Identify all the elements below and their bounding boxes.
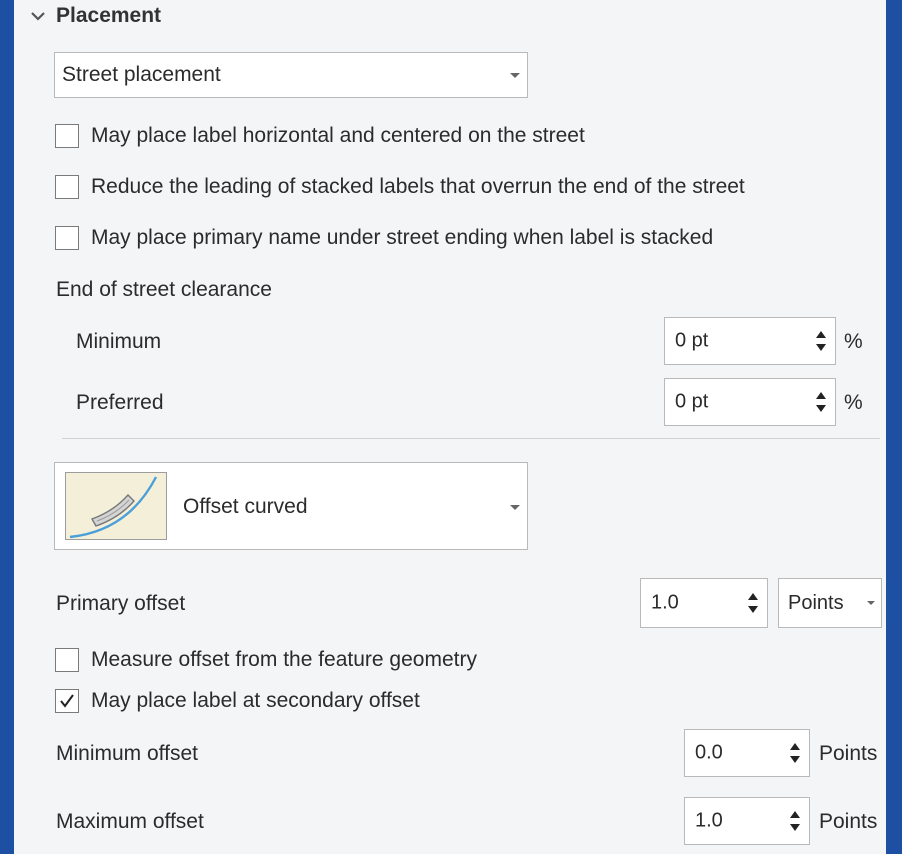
clearance-preferred-unit: % <box>844 391 863 414</box>
checkbox-horizontal-centered[interactable]: May place label horizontal and centered … <box>55 124 585 148</box>
spinner-value: 1.0 <box>695 809 723 832</box>
unit-value: Points <box>788 591 844 614</box>
max-offset-spinner[interactable]: 1.0 <box>684 797 810 845</box>
spinner-value: 0 pt <box>675 329 709 352</box>
spinner-value: 1.0 <box>651 591 679 614</box>
spinner-value: 0.0 <box>695 741 723 764</box>
spinner-arrows-icon[interactable] <box>789 740 801 766</box>
dropdown-arrow-icon <box>867 601 875 605</box>
min-offset-label: Minimum offset <box>56 742 198 765</box>
max-offset-label: Maximum offset <box>56 810 204 833</box>
section-title: Placement <box>56 4 162 27</box>
checkbox-box[interactable] <box>55 689 79 713</box>
checkbox-box[interactable] <box>55 226 79 250</box>
primary-offset-label: Primary offset <box>56 592 186 615</box>
checkbox-box[interactable] <box>55 124 79 148</box>
clearance-minimum-label: Minimum <box>76 330 162 353</box>
checkbox-box[interactable] <box>55 175 79 199</box>
checkbox-primary-name-under[interactable]: May place primary name under street endi… <box>55 226 713 250</box>
offset-style-value: Offset curved <box>183 495 308 518</box>
clearance-preferred-spinner[interactable]: 0 pt <box>664 378 836 426</box>
offset-style-dropdown[interactable]: Offset curved <box>54 462 528 550</box>
checkbox-label: Measure offset from the feature geometry <box>91 648 477 671</box>
spinner-arrows-icon[interactable] <box>815 328 827 354</box>
window-frame <box>886 0 902 854</box>
placement-panel: Placement Street placement May place lab… <box>14 0 886 854</box>
spinner-value: 0 pt <box>675 390 709 413</box>
primary-offset-spinner[interactable]: 1.0 <box>640 578 768 628</box>
placement-style-value: Street placement <box>62 63 221 86</box>
max-offset-unit: Points <box>819 810 878 833</box>
clearance-minimum-unit: % <box>844 330 863 353</box>
clearance-heading: End of street clearance <box>56 278 272 301</box>
checkmark-icon <box>60 694 74 708</box>
spinner-arrows-icon[interactable] <box>789 808 801 834</box>
primary-offset-unit-dropdown[interactable]: Points <box>778 578 882 628</box>
placement-style-dropdown[interactable]: Street placement <box>54 52 528 98</box>
checkbox-measure-offset[interactable]: Measure offset from the feature geometry <box>55 648 477 672</box>
checkbox-label: May place label at secondary offset <box>91 689 420 712</box>
offset-curved-preview-icon <box>65 472 167 540</box>
dropdown-arrow-icon <box>510 73 520 78</box>
min-offset-unit: Points <box>819 742 878 765</box>
spinner-arrows-icon[interactable] <box>747 590 759 616</box>
checkbox-label: May place primary name under street endi… <box>91 226 714 249</box>
spinner-arrows-icon[interactable] <box>815 389 827 415</box>
checkbox-label: May place label horizontal and centered … <box>91 124 585 147</box>
clearance-minimum-spinner[interactable]: 0 pt <box>664 317 836 365</box>
checkbox-secondary-offset[interactable]: May place label at secondary offset <box>55 689 420 713</box>
chevron-down-icon <box>31 12 45 21</box>
checkbox-label: Reduce the leading of stacked labels tha… <box>91 175 745 198</box>
placement-section-header[interactable]: Placement <box>28 4 161 28</box>
divider <box>62 438 880 439</box>
min-offset-spinner[interactable]: 0.0 <box>684 729 810 777</box>
checkbox-box[interactable] <box>55 648 79 672</box>
checkbox-reduce-leading[interactable]: Reduce the leading of stacked labels tha… <box>55 175 745 199</box>
dropdown-arrow-icon <box>510 505 520 510</box>
clearance-preferred-label: Preferred <box>76 391 164 414</box>
